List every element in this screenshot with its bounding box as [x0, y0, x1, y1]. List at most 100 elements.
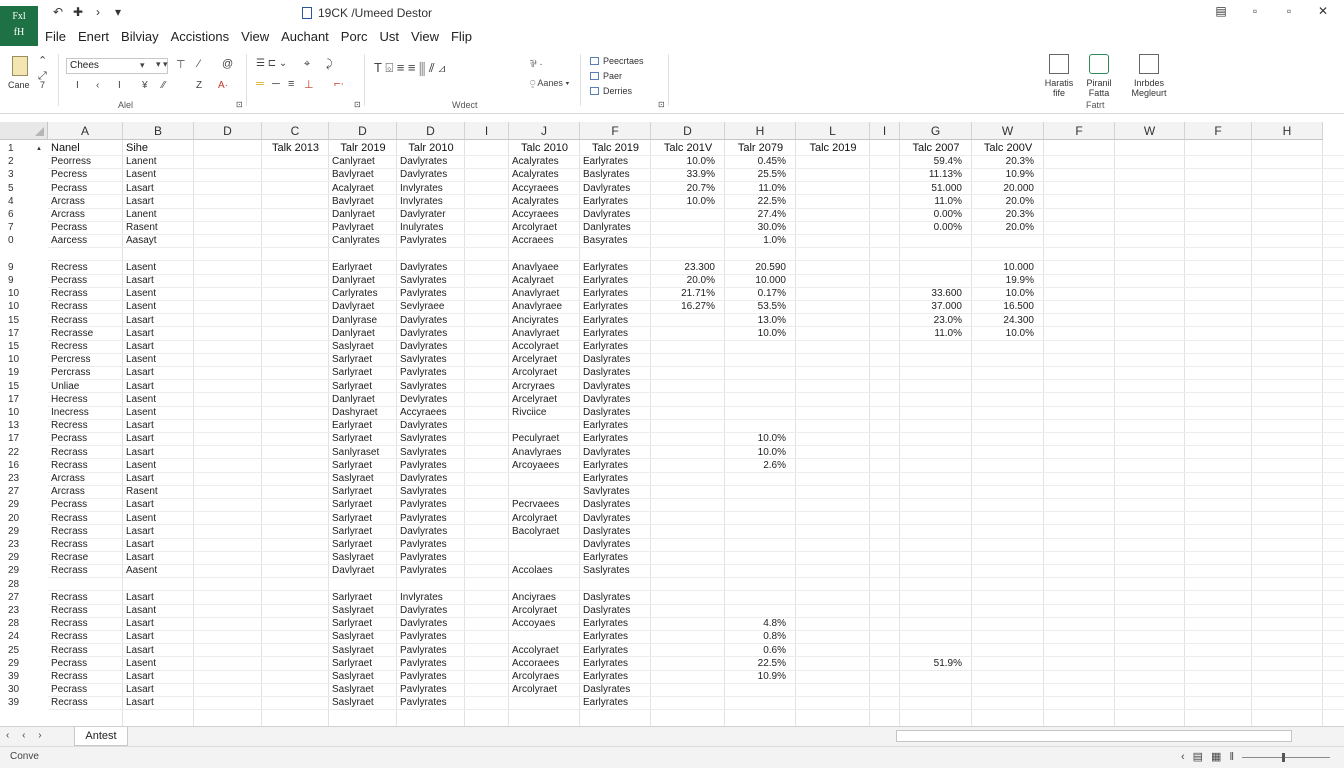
- table-cell[interactable]: Pavlyrates: [397, 696, 465, 709]
- row-header[interactable]: 9: [0, 274, 48, 287]
- column-header[interactable]: D: [397, 122, 465, 140]
- table-cell[interactable]: Accolaes: [509, 564, 580, 577]
- table-cell[interactable]: Lasart: [123, 525, 194, 538]
- header-cell[interactable]: Talr 2010: [397, 142, 465, 155]
- table-cell[interactable]: Davlyrates: [397, 419, 465, 432]
- table-cell[interactable]: 25.5%: [725, 168, 796, 181]
- table-cell[interactable]: Sevlyraee: [397, 300, 465, 313]
- table-cell[interactable]: Recrass: [48, 617, 123, 630]
- table-cell[interactable]: Anavlyaee: [509, 261, 580, 274]
- table-cell[interactable]: Inulyrates: [397, 221, 465, 234]
- table-cell[interactable]: Rasent: [123, 485, 194, 498]
- row-header[interactable]: 1: [0, 142, 48, 156]
- table-cell[interactable]: Pavlyrates: [397, 644, 465, 657]
- table-cell[interactable]: Sanlyraset: [329, 446, 397, 459]
- table-cell[interactable]: Acalyrates: [509, 168, 580, 181]
- table-cell[interactable]: Anavlyraee: [509, 300, 580, 313]
- table-cell[interactable]: 11.0%: [725, 182, 796, 195]
- row-header[interactable]: 28: [0, 617, 48, 631]
- menu-item[interactable]: Porc: [336, 26, 373, 48]
- table-cell[interactable]: Anavlyraes: [509, 446, 580, 459]
- row-header[interactable]: 10: [0, 406, 48, 419]
- table-cell[interactable]: Recrass: [48, 314, 123, 327]
- table-cell[interactable]: Pecrass: [48, 498, 123, 511]
- table-cell[interactable]: Arcrass: [48, 485, 123, 498]
- table-cell[interactable]: Lasent: [123, 393, 194, 406]
- table-cell[interactable]: Pavlyrates: [397, 366, 465, 379]
- table-cell[interactable]: Sarlyraet: [329, 591, 397, 604]
- table-cell[interactable]: Unliae: [48, 380, 123, 393]
- menu-item[interactable]: Bilviay: [116, 26, 164, 48]
- table-cell[interactable]: Lasart: [123, 182, 194, 195]
- table-cell[interactable]: Lasart: [123, 340, 194, 353]
- quick-access-icon[interactable]: ↶: [48, 5, 68, 19]
- table-cell[interactable]: Lasent: [123, 657, 194, 670]
- table-cell[interactable]: 24.300: [972, 314, 1044, 327]
- table-cell[interactable]: Rivciice: [509, 406, 580, 419]
- table-cell[interactable]: 20.3%: [972, 155, 1044, 168]
- table-cell[interactable]: Arcolyraet: [509, 221, 580, 234]
- header-cell[interactable]: Talc 2019: [796, 142, 870, 155]
- table-cell[interactable]: Pavlyrates: [397, 459, 465, 472]
- table-cell[interactable]: Peculyraet: [509, 432, 580, 445]
- table-cell[interactable]: Sarlyraet: [329, 525, 397, 538]
- table-cell[interactable]: Savlyrates: [397, 485, 465, 498]
- row-header[interactable]: 29: [0, 564, 48, 578]
- text-color-icon[interactable]: ⌐·: [334, 78, 344, 90]
- table-cell[interactable]: 21.71%: [651, 287, 725, 300]
- table-cell[interactable]: Daslyrates: [580, 498, 651, 511]
- row-header[interactable]: 17: [0, 326, 48, 340]
- table-cell[interactable]: Arcolyraet: [509, 512, 580, 525]
- table-cell[interactable]: Savlyrates: [397, 353, 465, 366]
- table-cell[interactable]: Lasart: [123, 538, 194, 551]
- table-cell[interactable]: 51.000: [900, 182, 972, 195]
- table-cell[interactable]: Invlyrates: [397, 591, 465, 604]
- table-cell[interactable]: Pecrass: [48, 274, 123, 287]
- table-cell[interactable]: 11.13%: [900, 168, 972, 181]
- font-size-dropdown-icon[interactable]: ▾ ▾: [156, 59, 168, 70]
- table-cell[interactable]: Daslyrates: [580, 353, 651, 366]
- table-cell[interactable]: 10.0%: [972, 327, 1044, 340]
- table-cell[interactable]: Lasart: [123, 630, 194, 643]
- quick-access-icon[interactable]: ›: [88, 5, 108, 19]
- table-cell[interactable]: 20.0%: [972, 221, 1044, 234]
- align-right-icon[interactable]: ≡: [288, 78, 294, 90]
- table-cell[interactable]: Carlyrates: [329, 287, 397, 300]
- table-cell[interactable]: Lasent: [123, 287, 194, 300]
- table-cell[interactable]: Sarlyraet: [329, 485, 397, 498]
- fill-color-icon[interactable]: ⊥: [304, 78, 314, 91]
- table-cell[interactable]: Arcolyraet: [509, 683, 580, 696]
- zoom-slider-thumb[interactable]: [1282, 753, 1285, 762]
- row-header[interactable]: 15: [0, 379, 48, 393]
- table-cell[interactable]: Acalyraet: [509, 274, 580, 287]
- table-cell[interactable]: Lasart: [123, 314, 194, 327]
- table-cell[interactable]: Pavlyrates: [397, 630, 465, 643]
- table-cell[interactable]: Savlyrates: [580, 485, 651, 498]
- font-dropdown-icon[interactable]: ▾: [140, 60, 145, 71]
- table-cell[interactable]: Recrass: [48, 604, 123, 617]
- align-top-icon[interactable]: ☰ ⊏ ⌄: [256, 58, 287, 69]
- table-cell[interactable]: Davlyrates: [397, 168, 465, 181]
- style-item-3[interactable]: Derries: [590, 86, 632, 96]
- table-cell[interactable]: Pavlyrates: [397, 551, 465, 564]
- table-cell[interactable]: Lasart: [123, 380, 194, 393]
- row-header[interactable]: 28: [0, 577, 48, 591]
- table-cell[interactable]: Sarlyraet: [329, 459, 397, 472]
- table-cell[interactable]: Daslyrates: [580, 525, 651, 538]
- table-cell[interactable]: Earlyrates: [580, 657, 651, 670]
- copy-icon[interactable]: ⤢: [38, 70, 47, 83]
- table-cell[interactable]: 10.0%: [725, 327, 796, 340]
- table-cell[interactable]: Recrass: [48, 525, 123, 538]
- horizontal-scrollbar[interactable]: [896, 730, 1292, 742]
- row-header[interactable]: 5: [0, 181, 48, 195]
- table-cell[interactable]: Recress: [48, 261, 123, 274]
- table-cell[interactable]: Daslyrates: [580, 406, 651, 419]
- table-cell[interactable]: Accoraees: [509, 657, 580, 670]
- table-cell[interactable]: Lasart: [123, 446, 194, 459]
- table-cell[interactable]: Earlyrates: [580, 419, 651, 432]
- table-cell[interactable]: Arcolyraet: [509, 366, 580, 379]
- row-header[interactable]: 19: [0, 366, 48, 380]
- window-control-icon[interactable]: ✕: [1306, 4, 1340, 18]
- table-cell[interactable]: Lasart: [123, 617, 194, 630]
- table-cell[interactable]: Earlyrates: [580, 459, 651, 472]
